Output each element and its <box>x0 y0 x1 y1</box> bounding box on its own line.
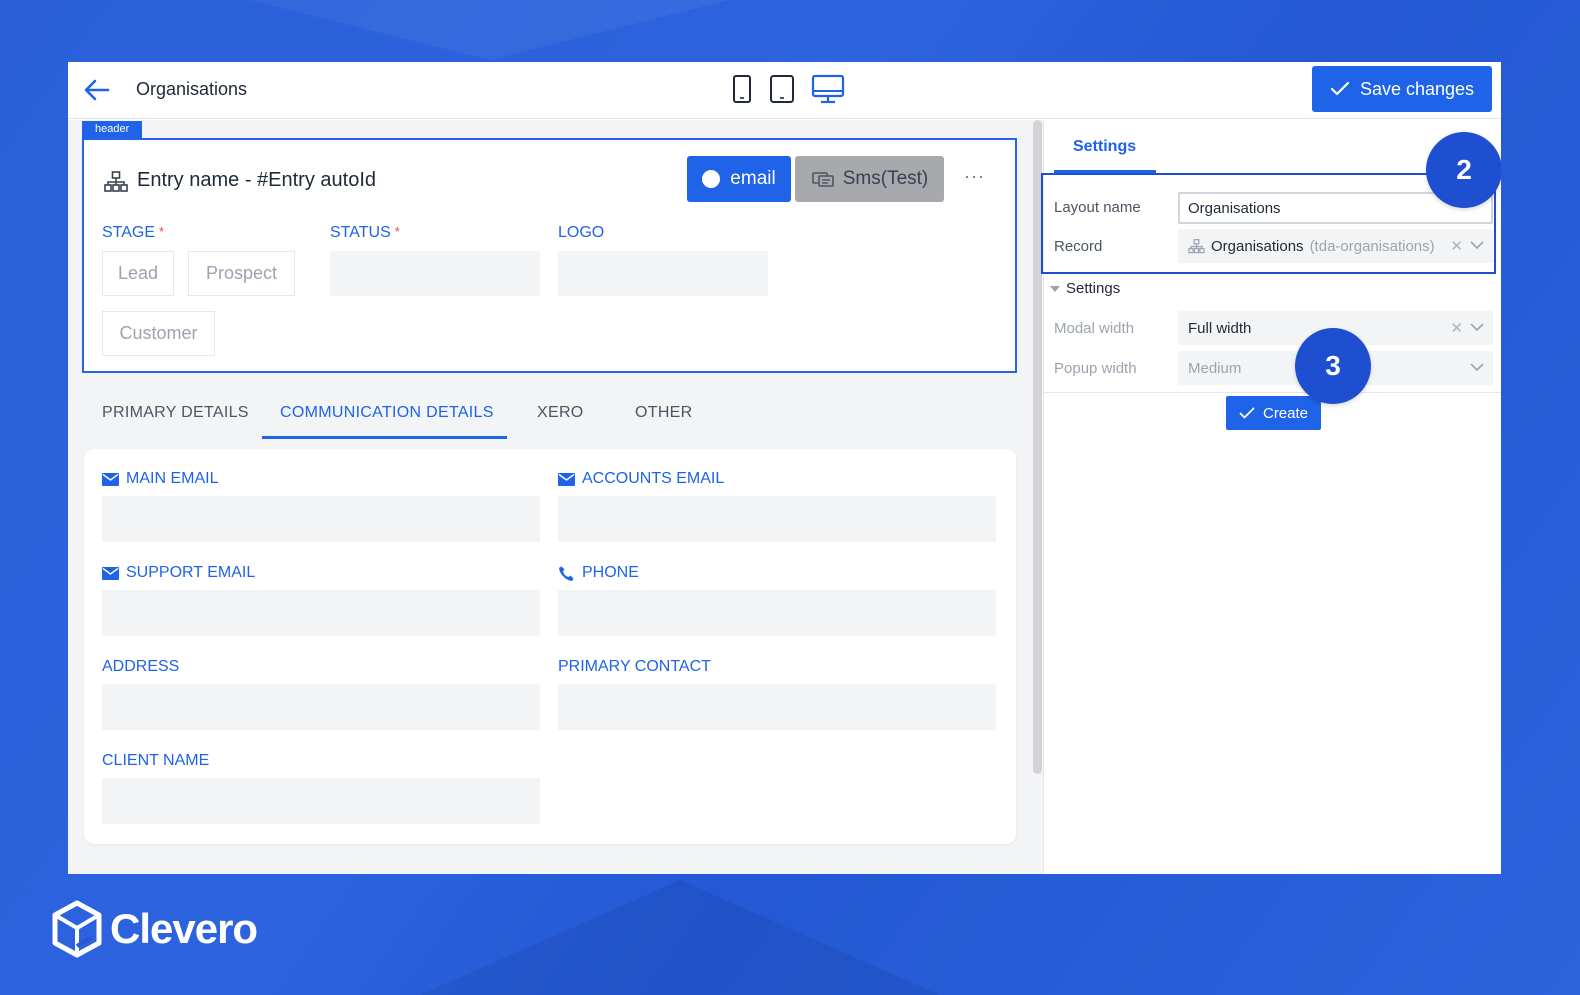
sms-icon <box>811 172 834 187</box>
communication-details-panel: MAIN EMAIL ACCOUNTS EMAIL SUPPORT EMAIL … <box>84 449 1016 844</box>
settings-panel: Settings Layout name Record Organisation… <box>1041 120 1501 874</box>
popup-width-label: Popup width <box>1054 360 1137 377</box>
accounts-email-input[interactable] <box>558 496 996 542</box>
record-select[interactable]: Organisations (tda-organisations) ✕ <box>1178 229 1493 263</box>
logo-input[interactable] <box>558 251 768 296</box>
primary-contact-label: PRIMARY CONTACT <box>558 658 711 675</box>
brand-name: Clevero <box>110 905 258 952</box>
header-block[interactable]: Entry name - #Entry autoId email Sms(Tes… <box>82 138 1017 373</box>
accounts-email-label-text: ACCOUNTS EMAIL <box>582 470 725 487</box>
top-bar: Organisations Save changes <box>68 62 1501 119</box>
sms-label: Sms(Test) <box>842 168 929 189</box>
envelope-icon <box>558 472 575 486</box>
more-options-icon[interactable]: ··· <box>964 166 985 187</box>
sms-test-button[interactable]: Sms(Test) <box>795 156 944 202</box>
chevron-down-icon[interactable] <box>1469 358 1485 376</box>
background-shape <box>420 880 940 995</box>
check-icon <box>1330 81 1350 96</box>
caret-down-icon <box>1050 285 1060 292</box>
app-window: Organisations Save changes header Entry … <box>68 62 1501 874</box>
main-email-label: MAIN EMAIL <box>102 470 218 488</box>
save-changes-button[interactable]: Save changes <box>1312 66 1492 112</box>
stage-label-text: STAGE <box>102 224 156 241</box>
background-shape <box>250 0 730 60</box>
address-label: ADDRESS <box>102 658 180 675</box>
modal-width-label: Modal width <box>1054 320 1135 337</box>
hierarchy-icon <box>1188 238 1205 253</box>
tab-other[interactable]: OTHER <box>635 404 693 422</box>
support-email-label-text: SUPPORT EMAIL <box>126 564 256 581</box>
settings-section-toggle[interactable]: Settings <box>1050 280 1120 297</box>
required-mark: * <box>394 224 400 239</box>
phone-label-text: PHONE <box>582 564 639 581</box>
entry-title: Entry name - #Entry autoId <box>137 169 377 191</box>
phone-icon <box>559 566 574 581</box>
layout-name-label: Layout name <box>1054 199 1141 216</box>
create-label: Create <box>1262 404 1309 422</box>
record-subtext: (tda-organisations) <box>1309 237 1435 255</box>
status-input[interactable] <box>330 251 540 296</box>
step-badge-2: 2 <box>1426 132 1501 208</box>
status-label-text: STATUS <box>330 224 391 241</box>
header-tag: header <box>82 121 143 138</box>
tablet-view-icon[interactable] <box>768 73 796 110</box>
tab-communication-details[interactable]: COMMUNICATION DETAILS <box>280 404 494 422</box>
stage-option-lead[interactable]: Lead <box>102 251 174 296</box>
step-badge-3: 3 <box>1295 328 1371 404</box>
stage-option-customer[interactable]: Customer <box>102 311 215 356</box>
logo-label: LOGO <box>558 224 605 241</box>
stage-option-prospect[interactable]: Prospect <box>188 251 295 296</box>
email-label: email <box>730 168 776 189</box>
mobile-view-icon[interactable] <box>730 73 754 110</box>
hierarchy-icon <box>104 171 128 198</box>
clevero-cube-icon <box>52 900 102 958</box>
address-input[interactable] <box>102 684 540 730</box>
envelope-icon <box>102 566 119 580</box>
create-button[interactable]: Create <box>1226 396 1321 430</box>
details-tabs: PRIMARY DETAILS COMMUNICATION DETAILS XE… <box>82 390 1017 440</box>
email-button[interactable]: email <box>687 156 791 202</box>
tab-settings[interactable]: Settings <box>1073 138 1136 156</box>
main-email-label-text: MAIN EMAIL <box>126 470 219 487</box>
tab-xero[interactable]: XERO <box>537 404 584 422</box>
clear-icon[interactable]: ✕ <box>1450 319 1463 337</box>
required-mark: * <box>159 224 165 239</box>
phone-label: PHONE <box>558 564 639 582</box>
chevron-down-icon[interactable] <box>1469 236 1485 254</box>
accounts-email-label: ACCOUNTS EMAIL <box>558 470 724 488</box>
active-tab-indicator <box>262 436 507 439</box>
main-email-input[interactable] <box>102 496 540 542</box>
layout-canvas: header Entry name - #Entry autoId email … <box>68 120 1043 874</box>
status-label: STATUS * <box>330 224 400 242</box>
modal-width-value: Full width <box>1188 319 1252 337</box>
page-title: Organisations <box>136 79 248 99</box>
client-name-input[interactable] <box>102 778 540 824</box>
record-label: Record <box>1054 238 1103 255</box>
support-email-label: SUPPORT EMAIL <box>102 564 255 582</box>
desktop-view-icon[interactable] <box>810 73 846 110</box>
stage-label: STAGE * <box>102 224 164 242</box>
client-name-label: CLIENT NAME <box>102 752 210 769</box>
support-email-input[interactable] <box>102 590 540 636</box>
save-changes-label: Save changes <box>1359 78 1475 99</box>
primary-contact-input[interactable] <box>558 684 996 730</box>
phone-input[interactable] <box>558 590 996 636</box>
record-value: Organisations <box>1211 237 1304 255</box>
check-icon <box>1239 407 1255 418</box>
divider <box>1044 392 1501 393</box>
chevron-down-icon[interactable] <box>1469 318 1485 336</box>
back-arrow-icon[interactable] <box>82 76 112 104</box>
circle-icon <box>702 170 721 188</box>
tab-primary-details[interactable]: PRIMARY DETAILS <box>102 404 249 422</box>
settings-section-label: Settings <box>1066 280 1121 297</box>
envelope-icon <box>102 472 119 486</box>
clear-icon[interactable]: ✕ <box>1450 237 1463 255</box>
popup-width-value: Medium <box>1188 359 1242 377</box>
clevero-logo: Clevero <box>50 900 258 958</box>
